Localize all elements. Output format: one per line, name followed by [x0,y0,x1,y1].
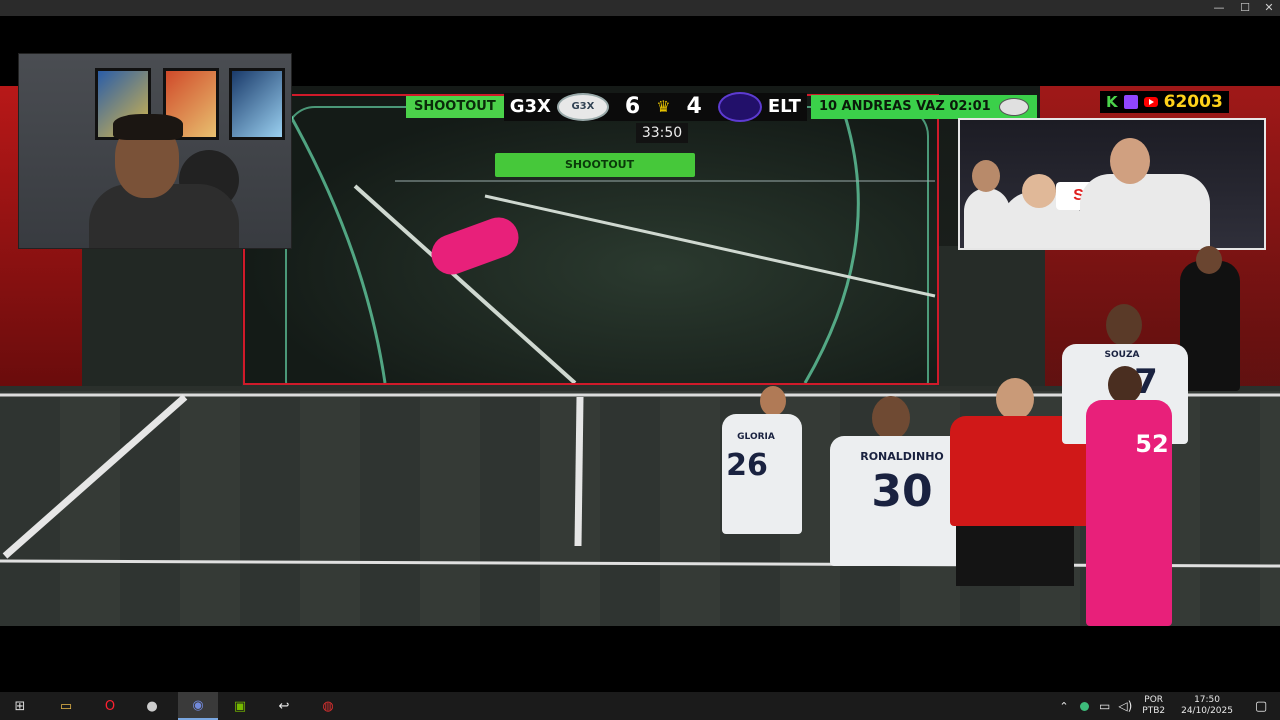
goalkeeper-head [1108,366,1142,404]
player-ronaldinho-head [872,396,910,440]
player-gloria: GLORIA 26 [712,386,802,626]
screen-banner: SHOOTOUT [495,153,695,177]
away-score: 4 [686,94,702,119]
caster-right [1080,174,1210,248]
home-team-block: G3X G3X 6 ♛ 4 ELT [503,92,807,122]
home-score: 6 [624,94,641,119]
screen-banner-text: SHOOTOUT [565,158,635,171]
player-ronaldinho-number: 30 [871,466,933,517]
viewer-count-widget: K 62003 [1100,91,1229,113]
caster-middle-head [1022,174,1056,208]
taskbar: ⊞ ▭ O ● ◉ ▣ ↩ ◍ ⌃ ▭ ◁) POR PTB2 17:50 24… [0,692,1280,720]
viewer-count: 62003 [1163,92,1223,112]
referee-head [996,378,1034,420]
back-arrow-app-icon[interactable]: ↩ [264,692,304,720]
kick-icon: K [1106,93,1118,111]
maximize-icon[interactable]: ☐ [1232,0,1258,16]
match-clock: 33:50 [636,123,688,143]
arena-wall-dark-right [935,246,1045,386]
arena-wall-dark [82,246,242,386]
goalkeeper-number: 52 [1135,430,1169,458]
app-icon[interactable]: ● [132,692,172,720]
youtube-icon [1143,97,1158,107]
caster-left-head [972,160,1000,192]
player-ronaldinho-name: RONALDINHO [860,450,944,463]
streamer-webcam [18,53,292,249]
window-titlebar: — ☐ ✕ [0,0,1280,16]
coach-head [1196,246,1222,274]
clock-time: 17:50 [1194,695,1220,705]
windows-start-icon[interactable]: ⊞ [0,692,40,720]
tray-chevron-icon[interactable]: ⌃ [1056,700,1072,713]
discord-icon[interactable]: ◉ [178,692,218,720]
elt-logo-icon [717,92,762,122]
language-line2: PTB2 [1142,706,1166,716]
scoreboard: SHOOTOUT G3X G3X 6 ♛ 4 ELT 10 ANDREAS VA… [406,92,1037,122]
player-souza-head [1106,304,1142,346]
language-indicator[interactable]: POR PTB2 [1142,695,1165,717]
nvidia-icon[interactable]: ▣ [220,692,260,720]
streamer-hair [113,114,183,140]
player-gloria-head [760,386,786,416]
player-info-text: 10 ANDREAS VAZ 02:01 [818,99,991,114]
twitch-icon [1123,95,1138,109]
goalkeeper: 52 [1086,366,1176,626]
home-team-name: G3X [509,96,551,117]
poster-right [229,68,285,140]
net-lines [283,105,936,383]
replay-screen: SHOOTOUT [243,94,939,385]
clock[interactable]: 17:50 24/10/2025 [1181,695,1233,717]
volume-icon[interactable]: ◁) [1118,699,1132,713]
coach [1180,261,1240,391]
system-tray: ⌃ ▭ ◁) POR PTB2 17:50 24/10/2025 ▢ [1056,692,1267,720]
status-dot-icon[interactable] [1080,701,1089,711]
shootout-label: SHOOTOUT [406,96,504,118]
record-app-icon[interactable]: ◍ [308,692,348,720]
away-team-name: ELT [767,96,801,117]
notification-icon[interactable]: ▢ [1255,699,1267,714]
clock-date: 24/10/2025 [1181,706,1233,716]
crown-icon: ♛ [656,97,671,116]
player-info-block: 10 ANDREAS VAZ 02:01 [810,95,1037,119]
opera-browser-icon[interactable]: O [90,692,130,720]
language-line1: POR [1144,695,1164,705]
player-gloria-number: 26 [726,448,768,483]
g3x-logo-icon: G3X [556,93,609,121]
referee-shorts [956,526,1074,586]
close-icon[interactable]: ✕ [1256,0,1280,16]
caster-right-head [1110,138,1150,184]
caster-cam: Se [958,118,1266,250]
player-souza-name: SOUZA [1104,350,1140,360]
file-explorer-icon[interactable]: ▭ [46,692,86,720]
minimize-icon[interactable]: — [1206,0,1232,16]
g3x-mini-logo-icon [998,98,1029,116]
player-gloria-name: GLORIA [737,432,775,442]
network-icon[interactable]: ▭ [1099,699,1110,713]
